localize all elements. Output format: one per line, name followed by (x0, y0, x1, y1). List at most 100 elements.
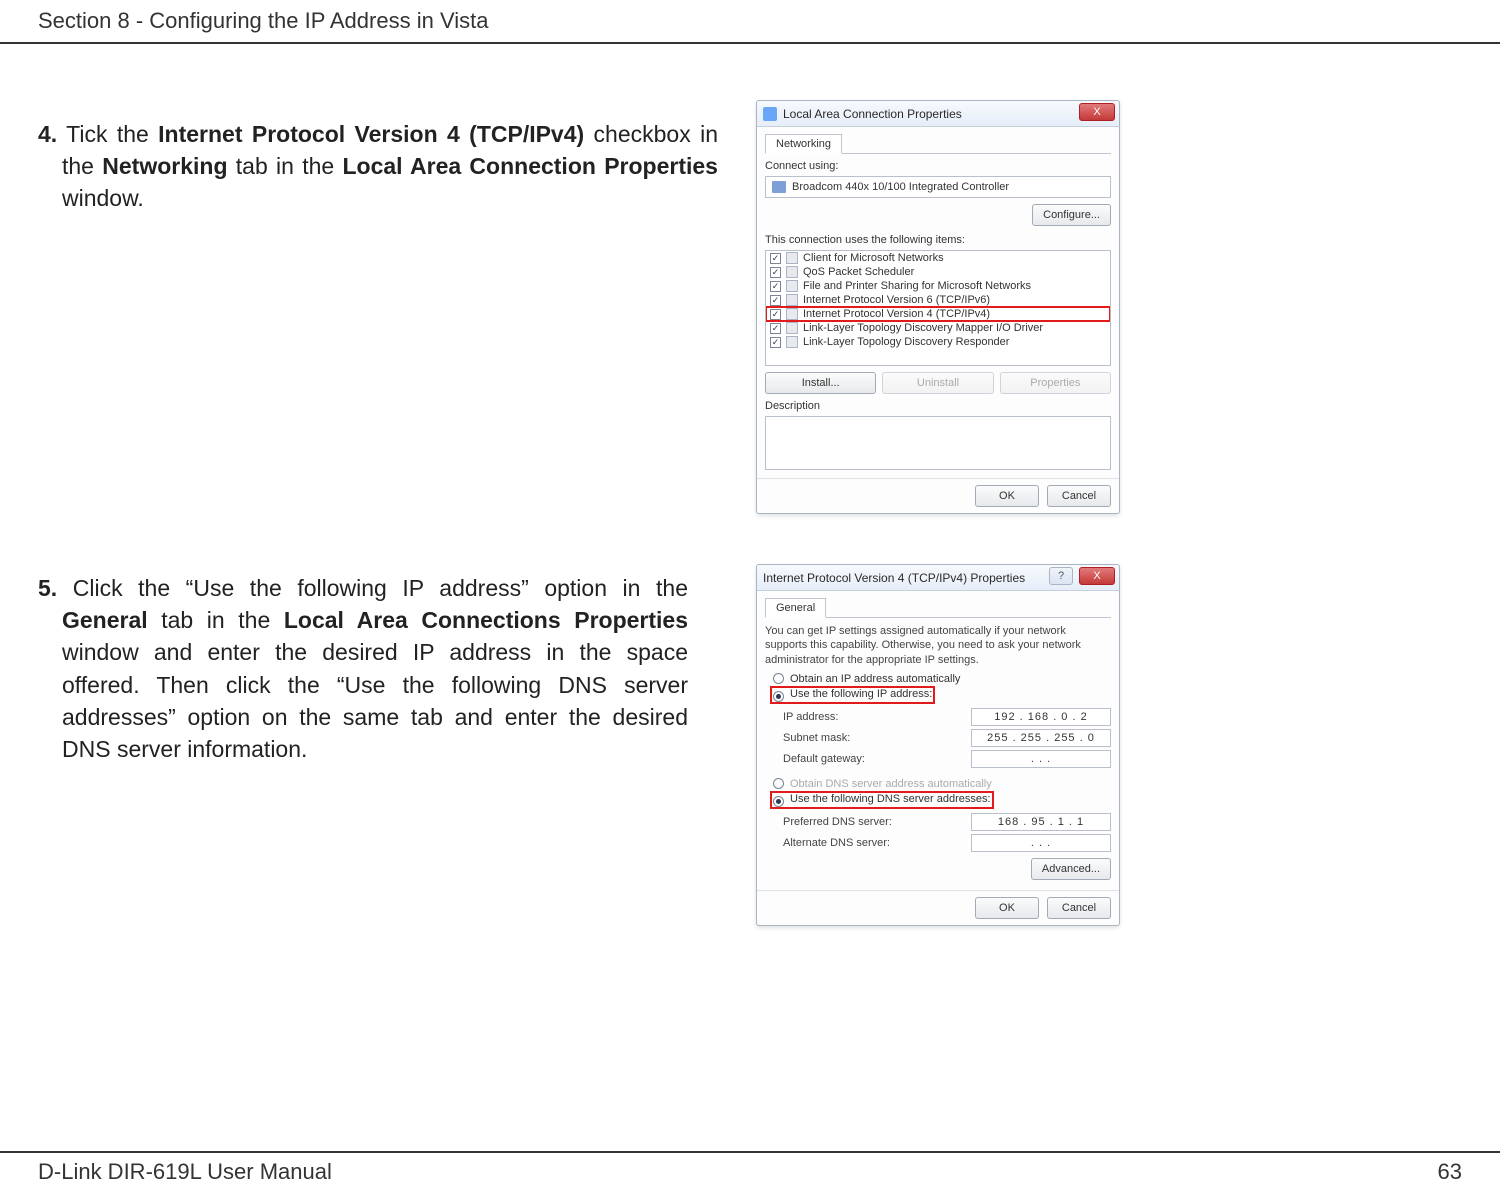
configure-button[interactable]: Configure... (1032, 204, 1111, 226)
items-label: This connection uses the following items… (765, 234, 1111, 246)
tab-networking[interactable]: Networking (765, 134, 842, 154)
text-bold: Internet Protocol Version 4 (TCP/IPv4) (158, 121, 584, 147)
ip-address-row: IP address: 192 . 168 . 0 . 2 (765, 708, 1111, 726)
tab-row: Networking (765, 133, 1111, 154)
radio-icon (773, 691, 784, 702)
list-item[interactable]: ✓ Client for Microsoft Networks (766, 251, 1110, 265)
checkbox-icon[interactable]: ✓ (770, 309, 781, 320)
item-label: Client for Microsoft Networks (803, 252, 944, 264)
ip-address-input[interactable]: 192 . 168 . 0 . 2 (971, 708, 1111, 726)
component-icon (786, 266, 798, 278)
radio-use-dns-highlighted[interactable]: Use the following DNS server addresses: (771, 792, 993, 808)
checkbox-icon[interactable]: ✓ (770, 337, 781, 348)
list-item[interactable]: ✓ QoS Packet Scheduler (766, 265, 1110, 279)
footer-manual-name: D-Link DIR-619L User Manual (38, 1159, 332, 1185)
network-icon (763, 107, 777, 121)
help-button[interactable]: ? (1049, 567, 1073, 585)
item-label: Link-Layer Topology Discovery Mapper I/O… (803, 322, 1043, 334)
text-fragment: tab in the (148, 607, 284, 633)
component-icon (786, 308, 798, 320)
list-item[interactable]: ✓ Link-Layer Topology Discovery Responder (766, 335, 1110, 349)
text-fragment: window. (62, 185, 144, 211)
page-header: Section 8 - Configuring the IP Address i… (38, 8, 488, 34)
checkbox-icon[interactable]: ✓ (770, 323, 781, 334)
close-button[interactable]: X (1079, 567, 1115, 585)
list-item-ipv4[interactable]: ✓ Internet Protocol Version 4 (TCP/IPv4) (766, 307, 1110, 321)
subnet-mask-label: Subnet mask: (783, 732, 971, 744)
default-gateway-input[interactable]: . . . (971, 750, 1111, 768)
default-gateway-row: Default gateway: . . . (765, 750, 1111, 768)
ipv4-properties-dialog: Internet Protocol Version 4 (TCP/IPv4) P… (756, 564, 1120, 926)
titlebar: Internet Protocol Version 4 (TCP/IPv4) P… (757, 565, 1119, 591)
adapter-name: Broadcom 440x 10/100 Integrated Controll… (792, 181, 1009, 193)
text-bold: General (62, 607, 148, 633)
default-gateway-label: Default gateway: (783, 753, 971, 765)
preferred-dns-input[interactable]: 168 . 95 . 1 . 1 (971, 813, 1111, 831)
cancel-button[interactable]: Cancel (1047, 897, 1111, 919)
step-number: 5. (38, 575, 57, 601)
dialog-title: Local Area Connection Properties (783, 107, 962, 121)
preferred-dns-label: Preferred DNS server: (783, 816, 971, 828)
list-item[interactable]: ✓ Internet Protocol Version 6 (TCP/IPv6) (766, 293, 1110, 307)
properties-button[interactable]: Properties (1000, 372, 1111, 394)
adapter-field[interactable]: Broadcom 440x 10/100 Integrated Controll… (765, 176, 1111, 198)
alternate-dns-label: Alternate DNS server: (783, 837, 971, 849)
ok-button[interactable]: OK (975, 897, 1039, 919)
dialog-footer: OK Cancel (757, 890, 1119, 925)
radio-label: Use the following DNS server addresses: (790, 793, 991, 805)
item-label: Internet Protocol Version 4 (TCP/IPv4) (803, 308, 990, 320)
alternate-dns-input[interactable]: . . . (971, 834, 1111, 852)
connect-using-label: Connect using: (765, 160, 1111, 172)
ip-address-label: IP address: (783, 711, 971, 723)
footer-divider (0, 1151, 1500, 1153)
item-label: QoS Packet Scheduler (803, 266, 914, 278)
checkbox-icon[interactable]: ✓ (770, 253, 781, 264)
checkbox-icon[interactable]: ✓ (770, 281, 781, 292)
radio-obtain-dns: Obtain DNS server address automatically (773, 778, 1111, 790)
footer-page-number: 63 (1438, 1159, 1462, 1185)
close-button[interactable]: X (1079, 103, 1115, 121)
component-icon (786, 252, 798, 264)
radio-icon (773, 673, 784, 684)
text-bold: Local Area Connection Properties (343, 153, 718, 179)
alternate-dns-row: Alternate DNS server: . . . (765, 834, 1111, 852)
tab-general[interactable]: General (765, 598, 826, 618)
nic-icon (772, 181, 786, 193)
item-label: Internet Protocol Version 6 (TCP/IPv6) (803, 294, 990, 306)
radio-label: Use the following IP address: (790, 688, 932, 700)
radio-label: Obtain an IP address automatically (790, 673, 960, 685)
description-label: Description (765, 400, 1111, 412)
list-item[interactable]: ✓ File and Printer Sharing for Microsoft … (766, 279, 1110, 293)
tab-row: General (765, 597, 1111, 618)
connection-items-list[interactable]: ✓ Client for Microsoft Networks ✓ QoS Pack… (765, 250, 1111, 366)
local-area-connection-dialog: Local Area Connection Properties X Netwo… (756, 100, 1120, 514)
intro-text: You can get IP settings assigned automat… (765, 624, 1111, 667)
header-divider (0, 42, 1500, 44)
item-label: File and Printer Sharing for Microsoft N… (803, 280, 1031, 292)
text-fragment: Tick the (57, 121, 158, 147)
radio-label: Obtain DNS server address automatically (790, 778, 992, 790)
install-button[interactable]: Install... (765, 372, 876, 394)
radio-use-ip-highlighted[interactable]: Use the following IP address: (771, 687, 934, 703)
component-icon (786, 294, 798, 306)
text-bold: Local Area Connections Properties (284, 607, 688, 633)
uninstall-button[interactable]: Uninstall (882, 372, 993, 394)
cancel-button[interactable]: Cancel (1047, 485, 1111, 507)
component-icon (786, 336, 798, 348)
advanced-button[interactable]: Advanced... (1031, 858, 1111, 880)
checkbox-icon[interactable]: ✓ (770, 267, 781, 278)
radio-obtain-ip[interactable]: Obtain an IP address automatically (773, 673, 1111, 685)
list-item[interactable]: ✓ Link-Layer Topology Discovery Mapper I/… (766, 321, 1110, 335)
dialog-title: Internet Protocol Version 4 (TCP/IPv4) P… (763, 571, 1025, 585)
radio-icon (773, 778, 784, 789)
text-fragment: window and enter the desired IP address … (62, 639, 688, 762)
ok-button[interactable]: OK (975, 485, 1039, 507)
checkbox-icon[interactable]: ✓ (770, 295, 781, 306)
component-icon (786, 322, 798, 334)
dialog-footer: OK Cancel (757, 478, 1119, 513)
subnet-mask-input[interactable]: 255 . 255 . 255 . 0 (971, 729, 1111, 747)
component-icon (786, 280, 798, 292)
titlebar: Local Area Connection Properties X (757, 101, 1119, 127)
item-label: Link-Layer Topology Discovery Responder (803, 336, 1009, 348)
preferred-dns-row: Preferred DNS server: 168 . 95 . 1 . 1 (765, 813, 1111, 831)
